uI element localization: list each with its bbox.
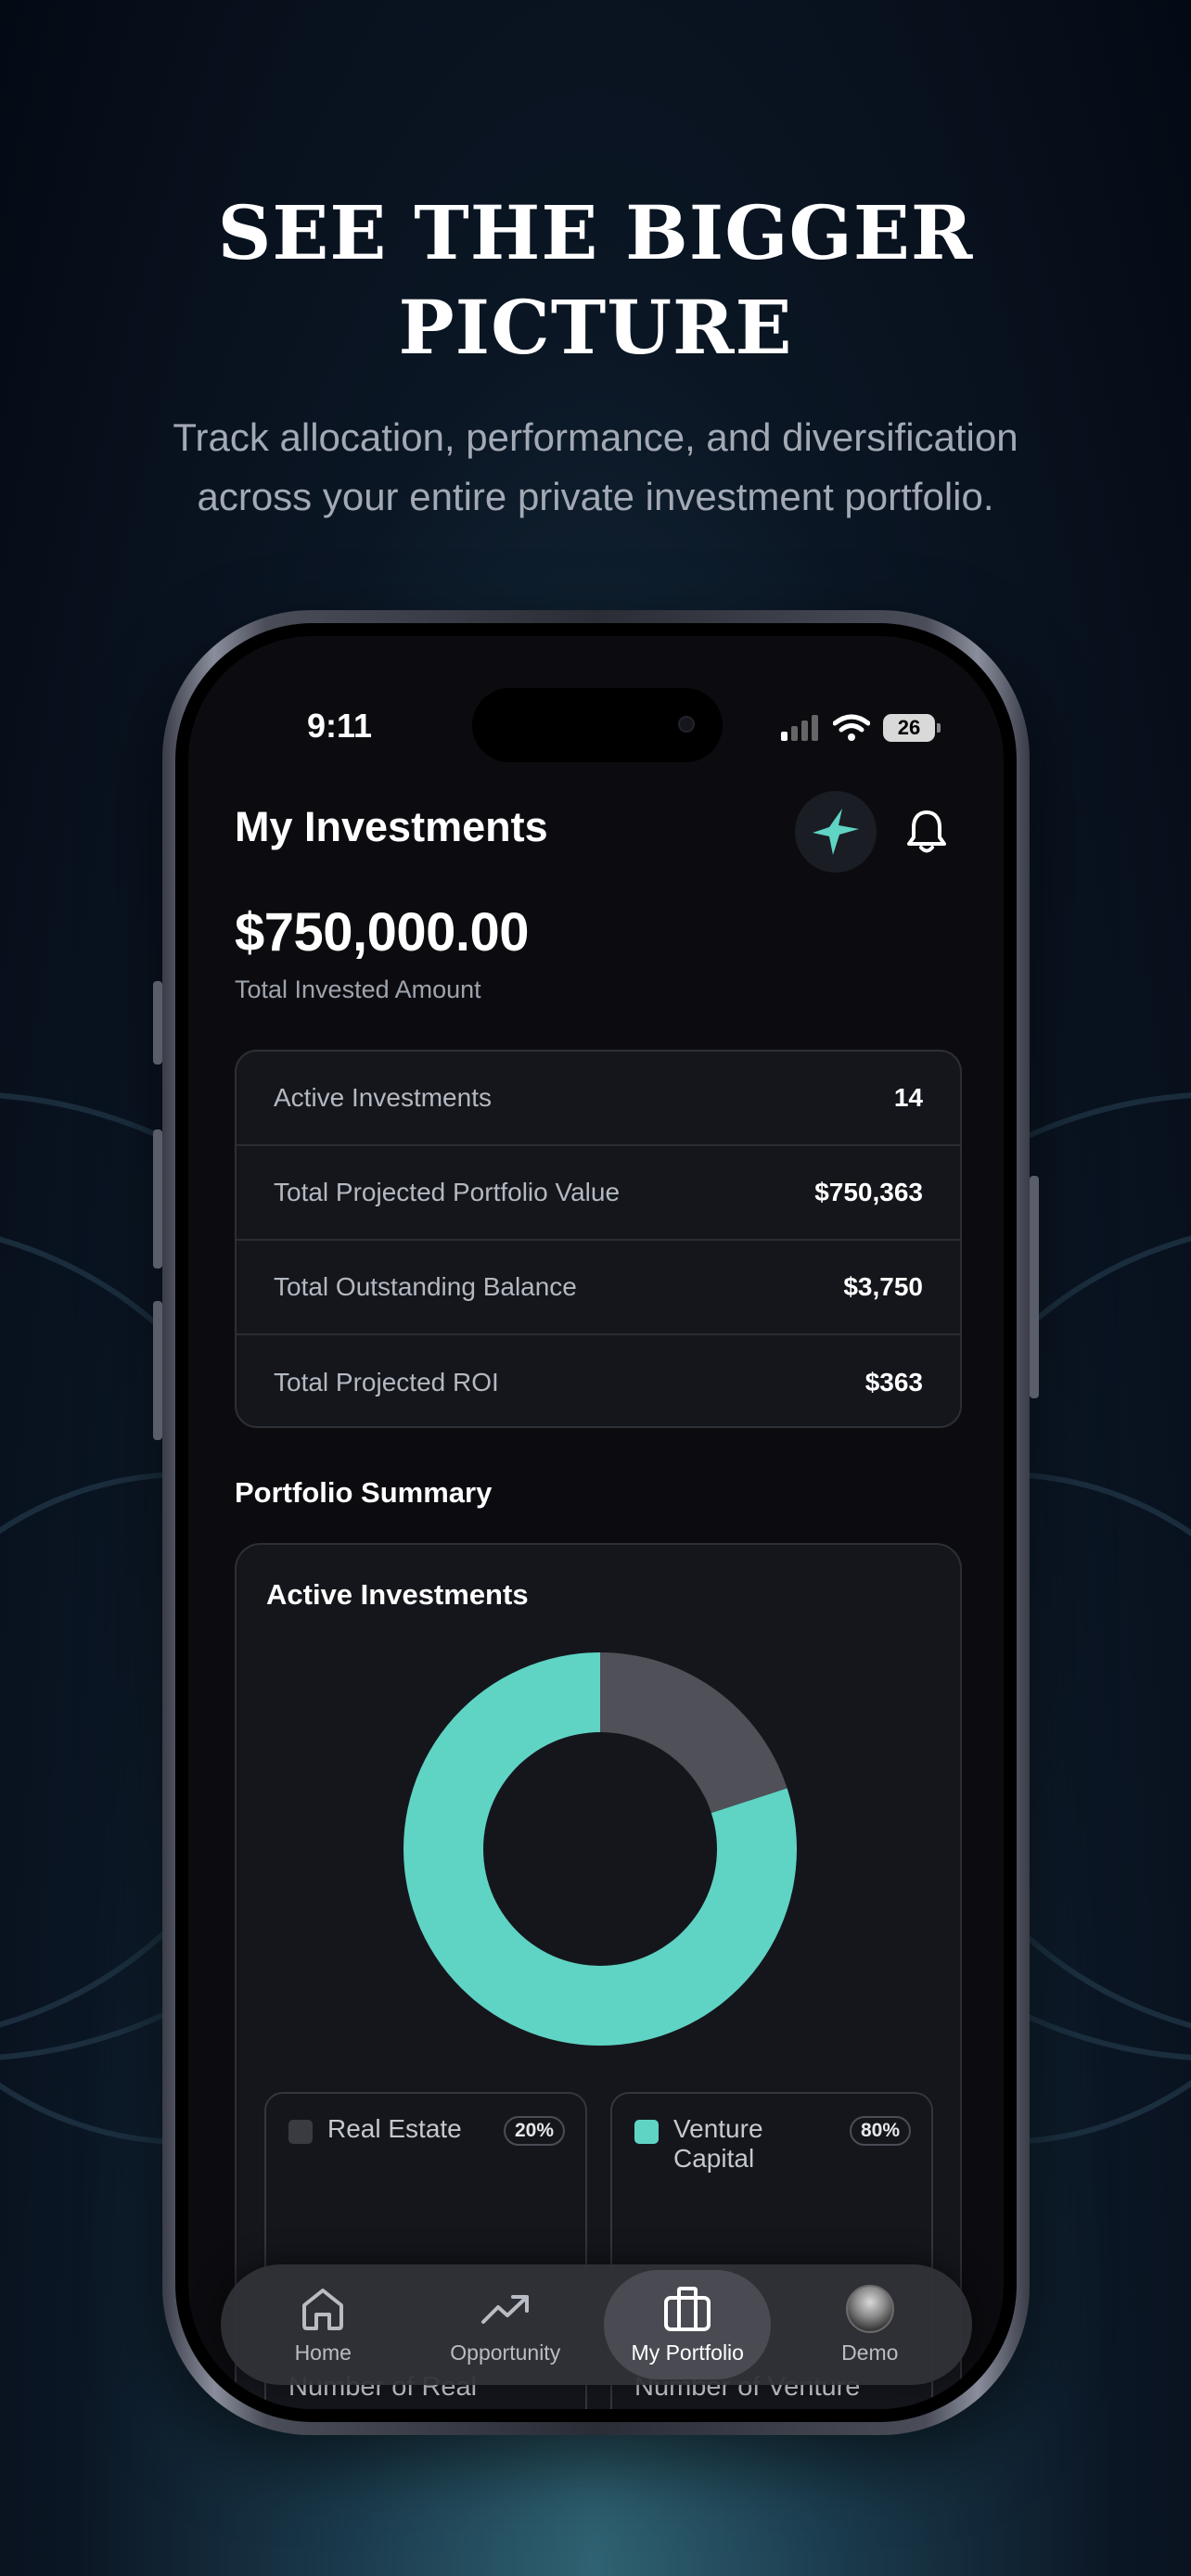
legend-swatch [288,2120,313,2144]
stat-row-projected-roi: Total Projected ROI $363 [237,1335,960,1426]
stat-label: Total Outstanding Balance [274,1272,577,1301]
stat-value: $3,750 [843,1272,923,1301]
total-invested-amount: $750,000.00 [235,902,530,963]
stat-value: $750,363 [814,1178,923,1206]
promo-subheading: Track allocation, performance, and diver… [132,408,1059,527]
tab-label: Opportunity [450,2340,561,2365]
app-screen: 9:11 26 My Investments $750,000.00 Total… [188,636,1004,2409]
headline-line-2: PICTURE [398,284,793,371]
subheading-line-2: across your entire private investment po… [197,475,994,518]
legend-name: Venture Capital [673,2114,763,2173]
tab-demo[interactable]: Demo [787,2270,954,2379]
trending-up-icon [480,2294,529,2324]
stat-row-active-investments: Active Investments 14 [237,1052,960,1146]
legend-percent-badge: 80% [849,2116,911,2146]
legend-name: Real Estate [327,2114,462,2143]
avatar [845,2284,894,2333]
allocation-donut-chart [403,1652,797,2046]
bottom-tab-bar: Home Opportunity My Portfolio Demo [221,2264,972,2385]
briefcase-icon [664,2286,711,2331]
donut-slice-real-estate [600,1652,788,1814]
stat-label: Active Investments [274,1083,492,1112]
stat-row-outstanding-balance: Total Outstanding Balance $3,750 [237,1241,960,1335]
home-icon [302,2288,344,2330]
stat-value: $363 [864,1368,923,1396]
status-time: 9:11 [307,707,373,745]
camera-icon [678,716,695,733]
sparkle-icon [813,809,859,855]
tab-label: Demo [841,2340,899,2365]
dynamic-island [472,688,723,762]
tab-my-portfolio[interactable]: My Portfolio [604,2270,772,2379]
stat-label: Total Projected Portfolio Value [274,1178,621,1206]
volume-up-button [153,1129,162,1269]
chart-card-title: Active Investments [266,1578,529,1611]
promo-headline: SEE THE BIGGER PICTURE [0,185,1191,375]
legend-swatch [634,2120,659,2144]
bell-icon [907,810,946,853]
tab-label: Home [294,2340,352,2365]
action-button [153,981,162,1065]
tab-opportunity[interactable]: Opportunity [422,2270,589,2379]
notifications-button[interactable] [890,794,964,868]
legend-percent-badge: 20% [503,2116,565,2146]
signal-icon [781,715,818,741]
headline-line-1: SEE THE BIGGER [217,189,974,276]
stat-row-projected-portfolio-value: Total Projected Portfolio Value $750,363 [237,1146,960,1241]
page-title: My Investments [235,803,548,850]
stats-card: Active Investments 14 Total Projected Po… [235,1050,962,1428]
status-icons: 26 [781,714,941,742]
total-invested-label: Total Invested Amount [235,976,481,1003]
power-button [1030,1176,1039,1398]
ai-assistant-button[interactable] [795,791,877,873]
phone-frame: 9:11 26 My Investments $750,000.00 Total… [153,610,1039,2435]
stat-label: Total Projected ROI [274,1368,499,1396]
tab-home[interactable]: Home [239,2270,406,2379]
portfolio-summary-title: Portfolio Summary [235,1476,493,1509]
wifi-icon [833,714,870,741]
battery-indicator: 26 [883,714,941,742]
subheading-line-1: Track allocation, performance, and diver… [173,415,1018,459]
stat-value: 14 [893,1083,923,1112]
volume-down-button [153,1301,162,1440]
tab-label: My Portfolio [631,2340,744,2365]
